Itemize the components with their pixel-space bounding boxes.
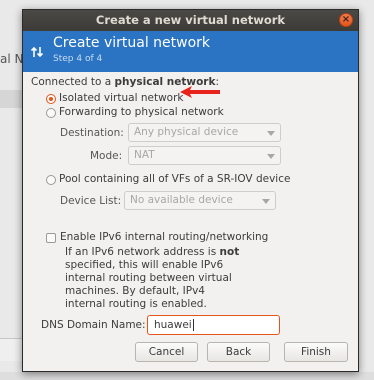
finish-button[interactable]: Finish bbox=[284, 342, 348, 362]
dialog-title: Create a new virtual network bbox=[95, 13, 286, 27]
back-button[interactable]: Back bbox=[207, 342, 270, 362]
isolated-network-label[interactable]: Isolated virtual network bbox=[59, 92, 183, 104]
chevron-down-icon bbox=[262, 199, 270, 204]
mode-select[interactable]: NAT bbox=[128, 146, 281, 165]
wizard-step: Step 4 of 4 bbox=[53, 54, 103, 64]
mode-label: Mode: bbox=[90, 150, 123, 162]
red-arrow-annotation-icon bbox=[180, 86, 220, 98]
create-network-dialog: Create a new virtual network × Create vi… bbox=[22, 9, 359, 372]
device-list-select[interactable]: No available device bbox=[124, 191, 276, 210]
network-arrows-icon bbox=[30, 46, 44, 58]
dns-domain-value: huawei bbox=[154, 319, 192, 331]
close-icon: × bbox=[341, 14, 351, 25]
ipv6-label[interactable]: Enable IPv6 internal routing/networking bbox=[60, 231, 268, 243]
device-list-value: No available device bbox=[130, 194, 233, 206]
forwarding-network-radio[interactable] bbox=[46, 108, 56, 118]
background-footer bbox=[0, 372, 374, 380]
wizard-header: Create virtual network Step 4 of 4 bbox=[23, 31, 358, 72]
ipv6-description-line-2: specified, this will enable IPv6 bbox=[65, 259, 224, 271]
wizard-title: Create virtual network bbox=[53, 35, 211, 51]
chevron-down-icon bbox=[267, 154, 275, 159]
dialog-titlebar: Create a new virtual network × bbox=[23, 10, 358, 31]
pool-label[interactable]: Pool containing all of VFs of a SR-IOV d… bbox=[59, 173, 290, 185]
dns-domain-label: DNS Domain Name: bbox=[41, 319, 146, 331]
pool-radio[interactable] bbox=[46, 175, 56, 185]
mode-value: NAT bbox=[134, 149, 155, 161]
ipv6-description-line-5: internal routing is enabled. bbox=[65, 298, 207, 310]
cancel-button[interactable]: Cancel bbox=[135, 342, 198, 362]
device-list-label: Device List: bbox=[60, 195, 122, 207]
destination-label: Destination: bbox=[60, 127, 124, 139]
isolated-network-radio[interactable] bbox=[46, 94, 56, 104]
ipv6-description-line-3: internal routing between virtual bbox=[65, 272, 232, 284]
destination-value: Any physical device bbox=[134, 126, 239, 138]
chevron-down-icon bbox=[267, 131, 275, 136]
ipv6-description-line-1: If an IPv6 network address is not bbox=[65, 246, 240, 258]
ipv6-checkbox[interactable] bbox=[46, 233, 56, 243]
text-caret bbox=[192, 319, 194, 331]
close-button[interactable]: × bbox=[339, 13, 353, 27]
forwarding-network-label[interactable]: Forwarding to physical network bbox=[59, 106, 224, 118]
dns-domain-input[interactable]: huawei bbox=[147, 315, 280, 335]
ipv6-description-line-4: machines. By default, IPv4 bbox=[65, 285, 205, 297]
destination-select[interactable]: Any physical device bbox=[128, 123, 281, 142]
